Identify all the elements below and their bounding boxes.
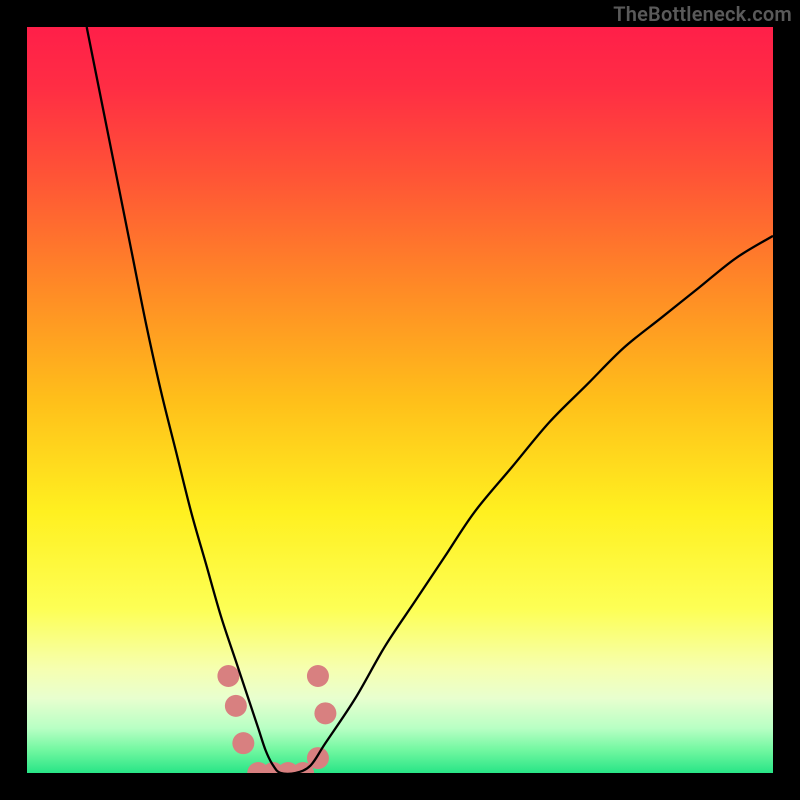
marker-dot — [232, 732, 254, 754]
marker-dot — [307, 665, 329, 687]
marker-dot — [225, 695, 247, 717]
marker-dot — [314, 702, 336, 724]
watermark-text: TheBottleneck.com — [613, 2, 792, 26]
marker-dot — [217, 665, 239, 687]
chart-svg — [27, 27, 773, 773]
plot-area — [27, 27, 773, 773]
chart-frame: TheBottleneck.com — [0, 0, 800, 800]
gradient-background — [27, 27, 773, 773]
